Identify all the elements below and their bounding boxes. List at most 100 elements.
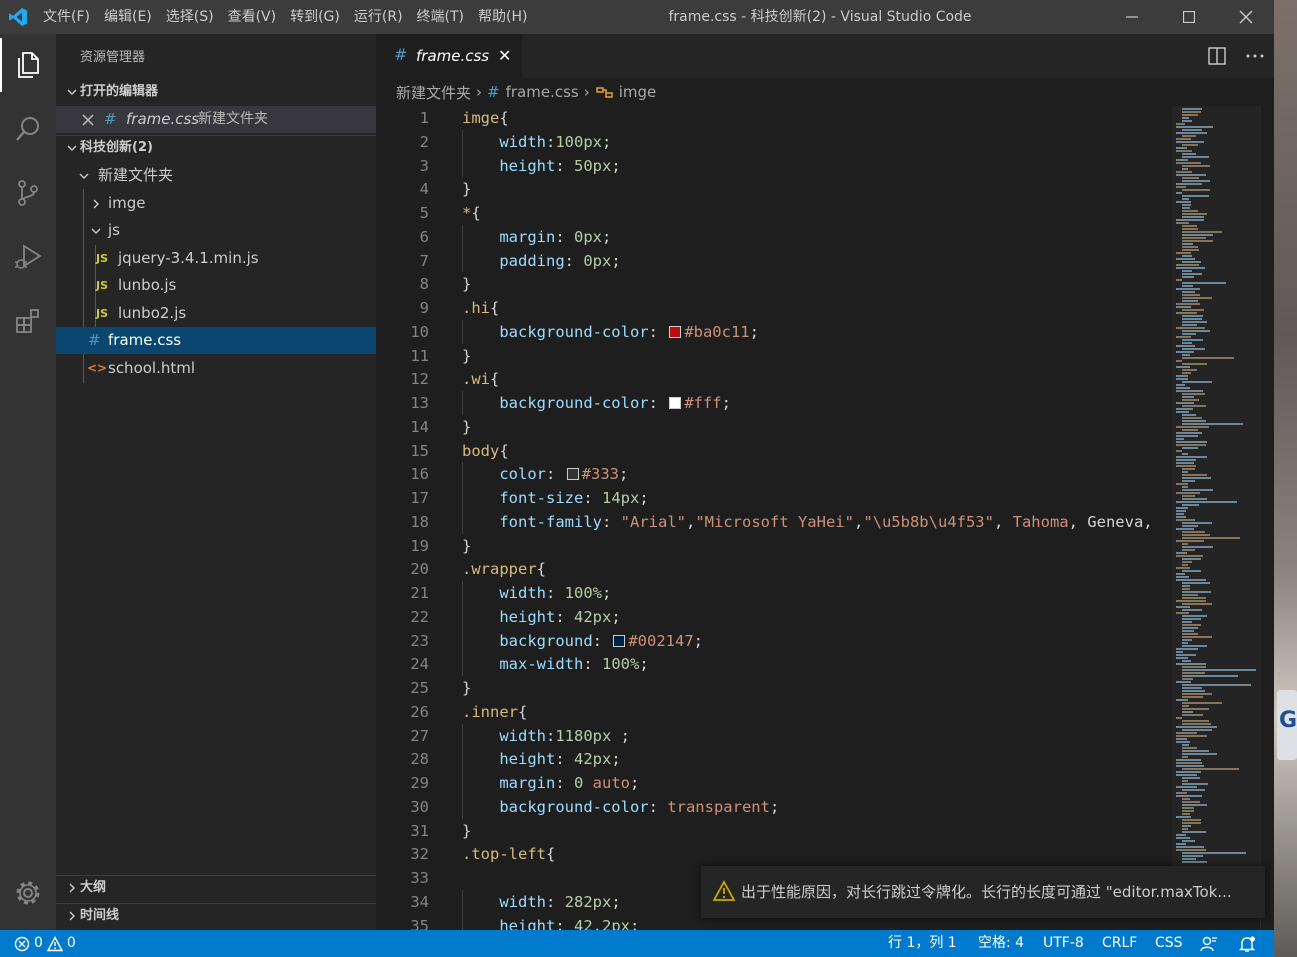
language-mode[interactable]: CSS [1155, 930, 1183, 957]
close-tab-icon[interactable]: ✕ [498, 46, 511, 65]
indent-guide [462, 889, 463, 914]
more-actions-button[interactable] [1236, 34, 1274, 78]
minimap-line [1182, 705, 1189, 707]
close-window-button[interactable] [1217, 0, 1274, 34]
menu-help[interactable]: 帮助(H) [471, 0, 534, 34]
minimap-line [1176, 441, 1207, 443]
vertical-scrollbar[interactable] [1260, 106, 1274, 930]
indent-guide [462, 153, 463, 178]
tree-file-lunbo2[interactable]: JS lunbo2.js [56, 300, 376, 327]
tree-folder-js[interactable]: js [56, 217, 376, 244]
menu-selection[interactable]: 选择(S) [159, 0, 221, 34]
breadcrumb-file[interactable]: frame.css [506, 83, 579, 101]
menu-view[interactable]: 查看(V) [221, 0, 284, 34]
minimap-line [1182, 489, 1213, 491]
explorer-button[interactable] [0, 38, 56, 92]
menu-run[interactable]: 运行(R) [347, 0, 410, 34]
minimap-line [1182, 213, 1207, 215]
minimap-line [1176, 552, 1187, 554]
code-line: 12 .wi{ [376, 367, 1172, 391]
line-content: font-size: 14px; [462, 489, 649, 507]
minimap-line [1182, 423, 1243, 425]
error-icon [14, 936, 30, 951]
tree-file-school-html[interactable]: <> school.html [56, 355, 376, 382]
breadcrumb-folder[interactable]: 新建文件夹 [396, 82, 471, 103]
minimap-line [1182, 111, 1201, 113]
minimap-line [1182, 156, 1209, 158]
error-count: 0 [34, 935, 43, 951]
project-header[interactable]: 科技创新(2) [56, 136, 376, 160]
cursor-position[interactable]: 行 1，列 1 [888, 930, 957, 957]
feedback-button[interactable] [1200, 930, 1218, 957]
minimap-line [1176, 345, 1195, 347]
eol-setting[interactable]: CRLF [1102, 930, 1137, 957]
minimap-line [1182, 804, 1207, 806]
minimap-line [1176, 201, 1191, 203]
run-debug-button[interactable] [0, 230, 56, 284]
minimap-line [1182, 339, 1203, 341]
open-editors-header[interactable]: 打开的编辑器 [56, 80, 376, 104]
code-line: 19} [376, 534, 1172, 558]
indent-guide [462, 723, 463, 748]
tree-file-frame-css[interactable]: # frame.css [56, 327, 376, 354]
encoding-setting[interactable]: UTF-8 [1043, 930, 1084, 957]
minimap-line [1182, 474, 1207, 476]
minimap-line [1182, 480, 1195, 482]
problems-indicator[interactable]: 0 0 [14, 930, 76, 957]
tab-frame-css[interactable]: # frame.css ✕ [376, 34, 522, 78]
source-control-button[interactable] [0, 166, 56, 220]
line-number: 33 [410, 869, 429, 887]
minimap-line [1182, 381, 1212, 383]
minimap-line [1182, 603, 1212, 605]
color-swatch[interactable] [669, 325, 682, 338]
minimap-line [1182, 270, 1192, 272]
code-line: 1 imge{ [376, 106, 1172, 130]
minimap-line [1182, 729, 1212, 731]
outline-header[interactable]: 大纲 [56, 876, 376, 900]
menu-go[interactable]: 转到(G) [283, 0, 347, 34]
color-swatch[interactable] [613, 634, 626, 647]
tree-file-lunbo[interactable]: JS lunbo.js [56, 272, 376, 299]
tree-file-jquery[interactable]: JS jquery-3.4.1.min.js [56, 245, 376, 272]
minimap-line [1176, 360, 1182, 362]
minimap-line [1176, 426, 1209, 428]
menu-file[interactable]: 文件(F) [36, 0, 97, 34]
close-editor-icon[interactable] [82, 106, 94, 133]
minimap-line [1182, 669, 1256, 671]
minimap-line [1176, 492, 1200, 494]
minimap-line [1182, 561, 1192, 563]
indentation-setting[interactable]: 空格: 4 [978, 930, 1024, 957]
vscode-logo-icon [0, 0, 36, 34]
extensions-button[interactable] [0, 294, 56, 348]
code-editor[interactable]: 1 imge{2 width:100px; 3 height: 50px; 4} 5 *{… [376, 106, 1172, 930]
minimize-button[interactable] [1103, 0, 1160, 34]
minimap-line [1182, 189, 1210, 191]
minimap-line [1182, 228, 1198, 230]
tree-folder-imge[interactable]: imge [56, 190, 376, 217]
minimap[interactable] [1172, 106, 1260, 866]
minimap-line [1176, 459, 1196, 461]
notifications-button[interactable] [1238, 930, 1256, 957]
open-editor-item[interactable]: # frame.css 新建文件夹 [56, 106, 376, 133]
tree-folder-new[interactable]: 新建文件夹 [56, 162, 376, 189]
split-editor-button[interactable] [1198, 34, 1236, 78]
notification-toast[interactable]: 出于性能原因，对长行跳过令牌化。长行的长度可通过 "editor.maxTok.… [701, 866, 1265, 918]
timeline-header[interactable]: 时间线 [56, 904, 376, 928]
menu-edit[interactable]: 编辑(E) [97, 0, 159, 34]
manage-button[interactable] [0, 866, 56, 920]
indent-guide [462, 462, 463, 486]
color-swatch[interactable] [566, 468, 579, 481]
maximize-button[interactable] [1160, 0, 1217, 34]
minimap-line [1182, 678, 1193, 680]
extensions-icon [16, 309, 39, 333]
code-line: 20 .wrapper{ [376, 557, 1172, 581]
color-swatch[interactable] [669, 397, 682, 409]
minimap-line [1176, 126, 1213, 128]
breadcrumb-symbol[interactable]: imge [619, 83, 657, 101]
minimap-line [1176, 483, 1188, 485]
minimap-line [1176, 375, 1188, 377]
menu-terminal[interactable]: 终端(T) [410, 0, 471, 34]
search-button[interactable] [0, 102, 56, 156]
minimap-line [1182, 747, 1197, 749]
editor-tab-bar: # frame.css ✕ [376, 34, 1274, 78]
